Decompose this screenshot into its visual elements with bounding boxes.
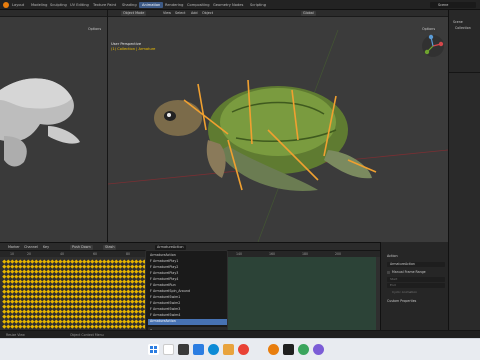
outliner[interactable]: Scene Collection	[449, 10, 480, 70]
status-left: Resize View	[6, 332, 25, 337]
app-icon-3[interactable]	[313, 344, 324, 355]
action-selector[interactable]: ArmatureAction	[155, 244, 186, 250]
action-name-field[interactable]: ArmatureAction	[387, 262, 445, 267]
main-viewport[interactable]: Object Mode View Select Add Object Globa…	[108, 10, 448, 242]
dropdown-item[interactable]: F ArmatureIPlay2	[148, 265, 227, 271]
menu-layout[interactable]: Layout	[12, 2, 24, 8]
stash-button[interactable]: Stash	[103, 244, 117, 250]
app-icon-2[interactable]	[298, 344, 309, 355]
tab-animation[interactable]: Animation	[139, 2, 164, 8]
outliner-row-2[interactable]: Collection	[455, 26, 471, 30]
left-viewport[interactable]: Options	[0, 10, 108, 242]
keyframe-row	[0, 273, 147, 278]
menu-texture-paint[interactable]: Texture Paint	[93, 2, 116, 8]
dropdown-item[interactable]: F ArmatureIRun	[148, 283, 227, 289]
keyframe-row	[0, 313, 147, 318]
dropdown-item[interactable]: F ArmatureIPlay1	[148, 259, 227, 265]
keyframe-row	[0, 268, 147, 273]
windows-icon[interactable]	[148, 344, 159, 355]
frame-number: 20	[27, 251, 32, 256]
dropdown-item[interactable]: F ArmatureIPlay3	[148, 271, 227, 277]
right-panel[interactable]: Scene Collection	[448, 10, 480, 330]
dropdown-item[interactable]: F ArmatureISwim4	[148, 313, 227, 319]
status-bar: Resize View Object Context Menu	[0, 330, 480, 338]
menu-scripting[interactable]: Scripting	[250, 2, 266, 8]
dropdown-item[interactable]: F ArmatureIPlay4	[148, 277, 227, 283]
top-bar: Layout Modeling Sculpting UV Editing Tex…	[0, 0, 480, 10]
frame-number: 160	[269, 251, 276, 256]
action-editor-marker-menu[interactable]: Marker	[8, 245, 20, 250]
frame-number: 180	[302, 251, 309, 256]
keyframe-row	[0, 278, 147, 283]
keyframe-row	[0, 303, 147, 308]
manual-frame-range-label: Manual Frame Range	[392, 270, 426, 274]
outliner-row-1[interactable]: Scene	[453, 20, 463, 24]
keyframe-row	[0, 283, 147, 288]
manual-frame-range-checkbox[interactable]	[387, 271, 390, 274]
cyclic-animation-label[interactable]: Cyclic Animation	[392, 290, 417, 294]
frame-number: 40	[60, 251, 65, 256]
status-right: Object Context Menu	[70, 332, 104, 337]
action-editor-channel-menu[interactable]: Channel	[24, 245, 38, 250]
turtle-model	[154, 79, 377, 191]
file-explorer-icon[interactable]	[193, 344, 204, 355]
action-range-highlight	[228, 257, 376, 333]
task-view-icon[interactable]	[178, 344, 189, 355]
keyframe-row	[0, 293, 147, 298]
keyframe-row	[0, 263, 147, 268]
menu-modeling[interactable]: Modeling	[31, 2, 47, 8]
menu-rendering[interactable]: Rendering	[165, 2, 183, 8]
action-properties-panel[interactable]: Action ArmatureAction Manual Frame Range…	[380, 242, 448, 332]
frame-number: 80	[126, 251, 131, 256]
menu-shading[interactable]: Shading	[122, 2, 137, 8]
frame-number: 60	[93, 251, 98, 256]
dropdown-item[interactable]: F ArmatureISwim3	[148, 307, 227, 313]
dropdown-item[interactable]: F ArmatureISpin_Around	[148, 289, 227, 295]
keyframe-row	[0, 288, 147, 293]
dropdown-item-selected[interactable]: ArmatureAction	[148, 319, 227, 325]
menu-geometry-nodes[interactable]: Geometry Nodes	[213, 2, 243, 8]
blender-logo-icon[interactable]	[3, 2, 9, 8]
frame-end-field[interactable]: End	[387, 283, 445, 288]
menu-uv-editing[interactable]: UV Editing	[70, 2, 89, 8]
left-options-button[interactable]: Options	[86, 27, 104, 32]
custom-properties-header[interactable]: Custom Properties	[387, 299, 416, 303]
keyframe-row	[0, 318, 147, 323]
frame-number: 200	[335, 251, 342, 256]
frame-number: 140	[236, 251, 243, 256]
frame-start-field[interactable]: Start	[387, 277, 445, 282]
blender-icon[interactable]	[268, 344, 279, 355]
keyframe-row	[0, 258, 147, 263]
push-down-button[interactable]: Push Down	[70, 244, 93, 250]
dropdown-item[interactable]: F ArmatureISwim2	[148, 301, 227, 307]
search-icon[interactable]	[163, 344, 174, 355]
action-editor-key-menu[interactable]: Key	[43, 245, 49, 250]
dropdown-item[interactable]: ArmatureAction	[148, 253, 227, 259]
scene-label: Scene	[438, 3, 449, 7]
keyframe-row	[0, 308, 147, 313]
edge-icon[interactable]	[208, 344, 219, 355]
app-icon[interactable]	[283, 344, 294, 355]
keyframe-row	[0, 323, 147, 328]
keyframe-row	[0, 298, 147, 303]
action-dropdown[interactable]: ArmatureAction F ArmatureIPlay1 F Armatu…	[145, 250, 228, 333]
dropdown-item[interactable]: F ArmatureISwim1	[148, 295, 227, 301]
chrome-icon[interactable]	[238, 344, 249, 355]
store-icon[interactable]	[223, 344, 234, 355]
properties-editor[interactable]	[449, 72, 480, 330]
left-viewport-header	[0, 10, 107, 17]
turtle-mesh-preview	[0, 78, 80, 167]
windows-taskbar	[0, 338, 480, 360]
menu-sculpting[interactable]: Sculpting	[50, 2, 67, 8]
scene-selector[interactable]: Scene	[430, 2, 476, 8]
action-section-header[interactable]: Action	[387, 254, 398, 258]
menu-compositing[interactable]: Compositing	[187, 2, 210, 8]
frame-number: 10	[10, 251, 15, 256]
